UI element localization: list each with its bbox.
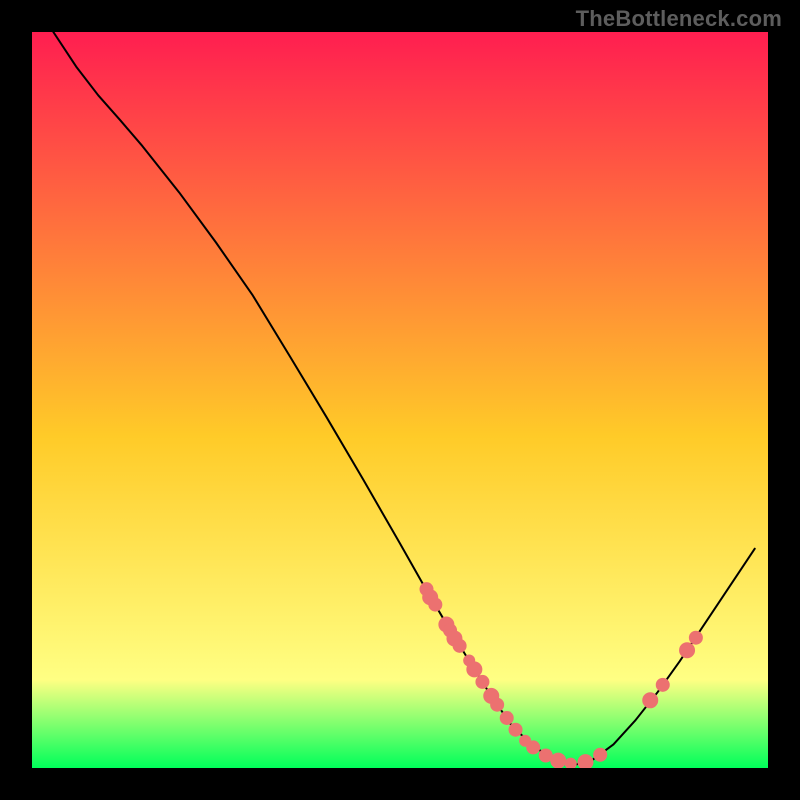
scatter-point: [593, 748, 607, 762]
scatter-point: [679, 642, 695, 658]
chart-wrapper: TheBottleneck.com: [0, 0, 800, 800]
scatter-point: [453, 639, 467, 653]
scatter-point: [550, 753, 566, 768]
scatter-point: [656, 678, 670, 692]
scatter-point: [509, 723, 523, 737]
scatter-point: [466, 661, 482, 677]
scatter-point: [475, 675, 489, 689]
scatter-point: [689, 631, 703, 645]
scatter-point: [526, 740, 540, 754]
scatter-point: [500, 711, 514, 725]
scatter-point: [642, 692, 658, 708]
gradient-background: [32, 32, 768, 768]
watermark-text: TheBottleneck.com: [576, 6, 782, 32]
scatter-point: [428, 598, 442, 612]
scatter-point: [490, 698, 504, 712]
bottleneck-curve-chart: [32, 32, 768, 768]
